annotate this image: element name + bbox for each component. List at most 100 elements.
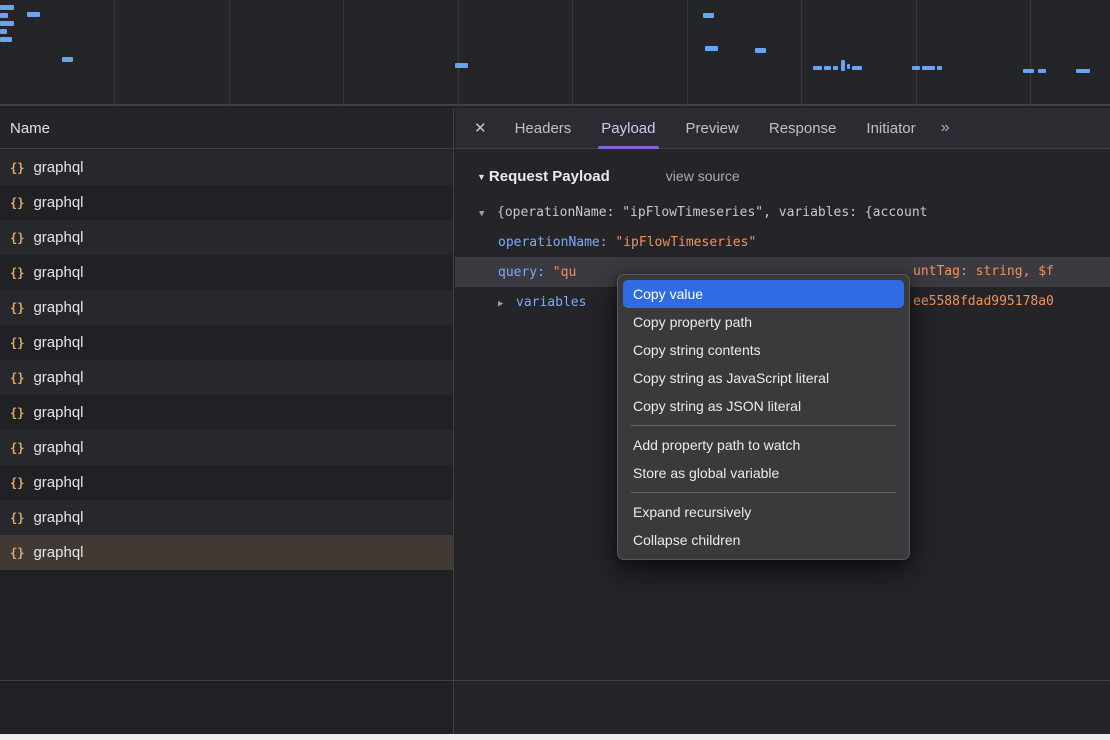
- request-name: graphql: [33, 334, 83, 351]
- detail-tabs: HeadersPayloadPreviewResponseInitiator: [500, 108, 931, 149]
- payload-row-operationname[interactable]: operationName: "ipFlowTimeseries": [455, 227, 1110, 257]
- root-object-preview: {operationName: "ipFlowTimeseries", vari…: [497, 205, 927, 220]
- json-braces-icon: {}: [10, 371, 24, 385]
- request-row[interactable]: {} graphql: [0, 150, 453, 185]
- timeline-request-bar: [455, 63, 468, 68]
- request-row[interactable]: {} graphql: [0, 395, 453, 430]
- json-braces-icon: {}: [10, 546, 24, 560]
- timeline-request-bar: [27, 12, 40, 17]
- timeline-request-bar: [1076, 69, 1090, 73]
- timeline-request-bar: [841, 60, 845, 71]
- property-value-continuation: ee5588fdad995178a0: [913, 287, 1054, 317]
- menu-item-store-as-global-variable[interactable]: Store as global variable: [623, 459, 904, 487]
- request-row[interactable]: {} graphql: [0, 220, 453, 255]
- request-payload-section-header: Request Payload view source: [455, 162, 1110, 190]
- more-tabs-icon[interactable]: »: [941, 119, 950, 137]
- timeline-gridline: [114, 0, 115, 106]
- tab-headers[interactable]: Headers: [500, 108, 587, 149]
- menu-item-copy-string-as-json-literal[interactable]: Copy string as JSON literal: [623, 392, 904, 420]
- request-name: graphql: [33, 474, 83, 491]
- timeline-request-bar: [0, 37, 12, 42]
- request-row[interactable]: {} graphql: [0, 360, 453, 395]
- timeline-request-bar: [1023, 69, 1034, 73]
- detail-tabbar: ✕ HeadersPayloadPreviewResponseInitiator…: [455, 108, 1110, 149]
- request-row[interactable]: {}graphql: [0, 255, 453, 290]
- property-value-continuation: untTag: string, $f: [913, 257, 1054, 287]
- status-bar-divider: [0, 680, 1110, 681]
- collapse-section-triangle-icon[interactable]: [477, 167, 486, 185]
- timeline-gridline: [801, 0, 802, 106]
- timeline-request-bar: [0, 29, 7, 34]
- request-row[interactable]: {} graphql: [0, 430, 453, 465]
- name-column-header[interactable]: Name: [0, 108, 453, 149]
- menu-item-expand-recursively[interactable]: Expand recursively: [623, 498, 904, 526]
- menu-item-collapse-children[interactable]: Collapse children: [623, 526, 904, 554]
- timeline-request-bar: [852, 66, 862, 70]
- menu-item-copy-property-path[interactable]: Copy property path: [623, 308, 904, 336]
- timeline-request-bar: [922, 66, 935, 70]
- timeline-gridline: [572, 0, 573, 106]
- request-name: graphql: [33, 439, 83, 456]
- json-braces-icon: {}: [10, 476, 24, 490]
- timeline-gridline: [229, 0, 230, 106]
- timeline-request-bar: [847, 64, 850, 69]
- section-title: Request Payload: [489, 168, 610, 185]
- expand-variables-triangle-icon[interactable]: [498, 295, 516, 310]
- request-name: graphql: [33, 299, 83, 316]
- request-name: graphql: [33, 159, 83, 176]
- request-name: graphql: [33, 229, 83, 246]
- json-braces-icon: {}: [10, 161, 24, 175]
- request-name: graphql: [33, 544, 83, 561]
- timeline-gridline: [916, 0, 917, 106]
- timeline-request-bar: [0, 13, 8, 18]
- request-name: graphql: [33, 509, 83, 526]
- tab-preview[interactable]: Preview: [671, 108, 754, 149]
- request-row[interactable]: {} graphql: [0, 325, 453, 360]
- close-icon[interactable]: ✕: [461, 119, 500, 137]
- json-braces-icon: {}: [10, 196, 24, 210]
- menu-item-copy-string-as-javascript-literal[interactable]: Copy string as JavaScript literal: [623, 364, 904, 392]
- request-name: graphql: [33, 404, 83, 421]
- payload-root-row[interactable]: {operationName: "ipFlowTimeseries", vari…: [455, 197, 1110, 227]
- timeline-gridline: [1030, 0, 1031, 106]
- network-overview-timeline[interactable]: [0, 0, 1110, 106]
- timeline-request-bar: [755, 48, 766, 53]
- collapse-root-triangle-icon[interactable]: [479, 205, 497, 220]
- request-row[interactable]: {}graphql: [0, 500, 453, 535]
- tab-payload[interactable]: Payload: [586, 108, 670, 149]
- timeline-gridline: [343, 0, 344, 106]
- request-row[interactable]: {} graphql: [0, 185, 453, 220]
- property-key: variables: [516, 295, 586, 310]
- timeline-request-bar: [833, 66, 838, 70]
- timeline-request-bar: [813, 66, 822, 70]
- tab-response[interactable]: Response: [754, 108, 852, 149]
- timeline-request-bar: [912, 66, 920, 70]
- property-key: query:: [498, 265, 545, 280]
- view-source-link[interactable]: view source: [666, 168, 740, 184]
- request-row[interactable]: {} graphql: [0, 290, 453, 325]
- request-name: graphql: [33, 194, 83, 211]
- timeline-request-bar: [937, 66, 942, 70]
- context-menu: Copy valueCopy property pathCopy string …: [617, 274, 910, 560]
- request-name: graphql: [33, 369, 83, 386]
- menu-item-copy-value[interactable]: Copy value: [623, 280, 904, 308]
- menu-item-copy-string-contents[interactable]: Copy string contents: [623, 336, 904, 364]
- request-row[interactable]: {} graphql: [0, 535, 453, 570]
- menu-separator: [631, 425, 896, 426]
- json-braces-icon: {}: [10, 336, 24, 350]
- window-bottom-edge: [0, 734, 1110, 740]
- json-braces-icon: {}: [10, 441, 24, 455]
- timeline-request-bar: [705, 46, 718, 51]
- json-braces-icon: {}: [10, 231, 24, 245]
- request-row[interactable]: {} graphql: [0, 465, 453, 500]
- tab-initiator[interactable]: Initiator: [851, 108, 930, 149]
- request-name: graphql: [33, 264, 83, 281]
- menu-item-add-property-path-to-watch[interactable]: Add property path to watch: [623, 431, 904, 459]
- json-braces-icon: {}: [10, 406, 24, 420]
- property-value-start: "qu: [553, 265, 576, 280]
- timeline-request-bar: [0, 5, 14, 10]
- property-key: operationName:: [498, 235, 608, 250]
- request-list: {} graphql {} graphql {} graphql {} graphql {} gr…: [0, 150, 453, 570]
- json-braces-icon: {}: [10, 301, 24, 315]
- devtools-window: Name {}graphql{}graphql{}graphql{}graphq…: [0, 0, 1110, 740]
